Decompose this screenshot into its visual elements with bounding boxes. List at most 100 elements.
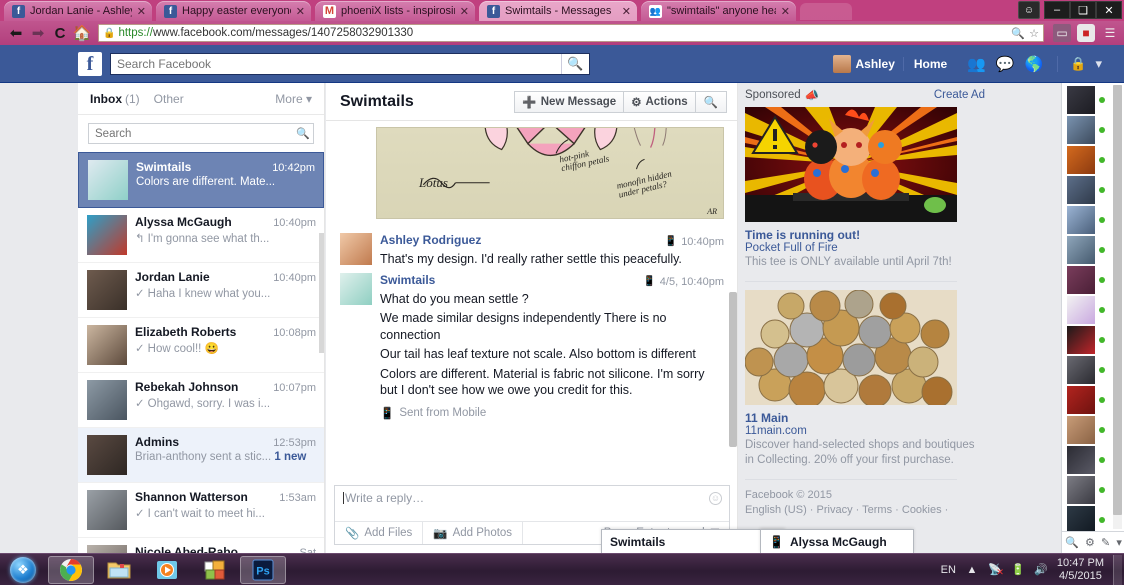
gear-icon[interactable]: ⚙ [1085,536,1095,549]
tab-other[interactable]: Other [154,92,184,106]
extension-icon[interactable]: ■ [1077,24,1095,42]
home-icon[interactable]: 🏠 [71,24,93,42]
thread-item-admins[interactable]: Admins12:53pmBrian-anthony sent a stic..… [78,428,324,483]
chat-online-item[interactable] [1062,475,1111,505]
show-desktop-button[interactable] [1113,555,1122,585]
chat-online-item[interactable] [1062,295,1111,325]
new-message-button[interactable]: ➕ New Message [514,91,624,113]
chat-online-item[interactable] [1062,115,1111,145]
taskbar-chrome-icon[interactable] [48,556,94,584]
facebook-logo-icon[interactable]: f [78,52,102,76]
close-icon[interactable]: ✕ [781,5,790,18]
chat-online-item[interactable] [1062,355,1111,385]
privacy-icon[interactable]: 🔒 [1070,56,1086,72]
zoom-icon[interactable]: 🔍 [1011,27,1025,40]
inbox-scrollbar[interactable] [319,233,324,353]
notifications-icon[interactable]: 🌎 [1025,55,1044,73]
coins-pile-ad-image[interactable] [745,290,957,405]
message-author[interactable]: Ashley Rodriguez [380,233,481,247]
tray-chevron-icon[interactable]: ▲ [965,563,979,577]
conversation-search-button[interactable]: 🔍 [695,91,727,113]
chat-sidebar-scrollbar[interactable] [1113,85,1122,529]
chat-online-item[interactable] [1062,175,1111,205]
thread-item-nicole-abed-rabo[interactable]: Nicole Abed-RaboSat✓That long ago. Well.… [78,538,324,553]
friend-requests-icon[interactable]: 👥 [967,55,986,73]
chat-online-item[interactable] [1062,445,1111,475]
thread-item-rebekah-johnson[interactable]: Rebekah Johnson10:07pm✓Ohgawd, sorry. I … [78,373,324,428]
address-bar[interactable]: 🔒 https://www.facebook.com/messages/1407… [98,24,1044,42]
emoji-icon[interactable]: ☺ [709,492,722,505]
search-icon[interactable]: 🔍 [293,127,313,140]
facebook-search[interactable]: 🔍 [110,53,590,75]
close-icon[interactable]: ✕ [622,5,631,18]
ad-item[interactable]: 11 Main 11main.com Discover hand-selecte… [745,290,985,469]
create-ad-link[interactable]: Create Ad [934,89,985,101]
chat-online-item[interactable] [1062,85,1111,115]
ad-subtitle[interactable]: 11main.com [745,425,985,437]
thread-item-swimtails[interactable]: Swimtails10:42pmColors are different. Ma… [78,152,324,208]
chevron-down-icon[interactable]: ▾ [1116,536,1122,549]
start-button[interactable]: ❖ [0,555,46,585]
chrome-menu-icon[interactable]: ☰ [1101,24,1119,42]
taskbar-file-explorer-icon[interactable] [96,556,142,584]
home-link[interactable]: Home [903,57,957,71]
taskbar-photo-gallery-icon[interactable] [192,556,238,584]
ad-item[interactable]: Time is running out! Pocket Full of Fire… [745,107,985,271]
restore-button[interactable]: ❑ [1070,1,1096,19]
chat-online-item[interactable] [1062,265,1111,295]
profile-link[interactable]: Ashley [825,55,903,73]
thread-item-alyssa-mcgaugh[interactable]: Alyssa McGaugh10:40pm↰I'm gonna see what… [78,208,324,263]
search-icon[interactable]: 🔍 [561,54,589,74]
browser-tab-2[interactable]: M phoeniX lists - inspirosinc ✕ [315,1,475,21]
search-icon[interactable]: 🔍 [1065,536,1079,549]
attached-sketch-image[interactable]: Lotus hot-pink chiffon petals monofin hi… [376,127,724,219]
search-input[interactable] [111,57,561,71]
chat-online-item[interactable] [1062,325,1111,355]
chat-online-item[interactable] [1062,415,1111,445]
taskbar-media-player-icon[interactable] [144,556,190,584]
add-files-button[interactable]: 📎 Add Files [335,522,423,544]
thread-item-elizabeth-roberts[interactable]: Elizabeth Roberts10:08pm✓How cool!! 😀 [78,318,324,373]
chat-online-item[interactable] [1062,145,1111,175]
network-error-icon[interactable]: 📡✕ [988,563,1002,577]
browser-tab-0[interactable]: f Jordan Lanie - Ashley Rod ✕ [4,1,152,21]
tray-language[interactable]: EN [941,564,956,576]
reload-icon[interactable]: C [49,25,71,42]
close-icon[interactable]: ✕ [460,5,469,18]
chrome-profile-icon[interactable]: ☺ [1018,1,1040,19]
actions-button[interactable]: ⚙ Actions [623,91,695,113]
chat-online-item[interactable] [1062,385,1111,415]
back-icon[interactable]: ⬅ [5,24,27,42]
cast-icon[interactable]: ▭ [1053,24,1071,42]
pokemon-tee-ad-image[interactable] [745,107,957,222]
browser-tab-3[interactable]: f Swimtails - Messages ✕ [479,1,637,21]
add-photos-button[interactable]: 📷 Add Photos [423,522,523,544]
chat-dock-swimtails[interactable]: Swimtails [601,529,785,553]
close-button[interactable]: ✕ [1096,1,1122,19]
taskbar-photoshop-icon[interactable]: Ps [240,556,286,584]
browser-tab-4[interactable]: 👥 "swimtails" anyone heard ✕ [641,1,796,21]
close-icon[interactable]: ✕ [296,5,305,18]
messages-icon[interactable]: 💬 [996,55,1015,73]
tab-inbox[interactable]: Inbox [90,92,122,106]
ad-title[interactable]: Time is running out! [745,228,985,242]
forward-icon[interactable]: ➡ [27,24,49,42]
ad-subtitle[interactable]: Pocket Full of Fire [745,242,985,254]
conversation-scrollbar[interactable] [729,292,737,447]
minimize-button[interactable]: – [1044,1,1070,19]
message-author[interactable]: Swimtails [380,273,435,287]
battery-icon[interactable]: 🔋 [1011,563,1025,577]
inbox-search-input[interactable] [89,128,293,140]
reply-input[interactable]: Write a reply… ☺ [335,486,729,521]
chat-dock-alyssa[interactable]: 📱 Alyssa McGaugh [760,529,914,553]
compose-icon[interactable]: ✎ [1101,536,1110,549]
star-icon[interactable]: ☆ [1029,27,1039,40]
chat-online-item[interactable] [1062,235,1111,265]
browser-tab-1[interactable]: f Happy easter everyone wi ✕ [156,1,311,21]
footer-links[interactable]: English (US) · Privacy · Terms · Cookies… [745,503,985,518]
message-scroll-area[interactable]: Lotus hot-pink chiffon petals monofin hi… [326,122,738,482]
ad-title[interactable]: 11 Main [745,411,985,425]
thread-item-jordan-lanie[interactable]: Jordan Lanie10:40pm✓Haha I knew what you… [78,263,324,318]
tray-clock[interactable]: 10:47 PM 4/5/2015 [1057,557,1104,582]
chat-online-item[interactable] [1062,205,1111,235]
